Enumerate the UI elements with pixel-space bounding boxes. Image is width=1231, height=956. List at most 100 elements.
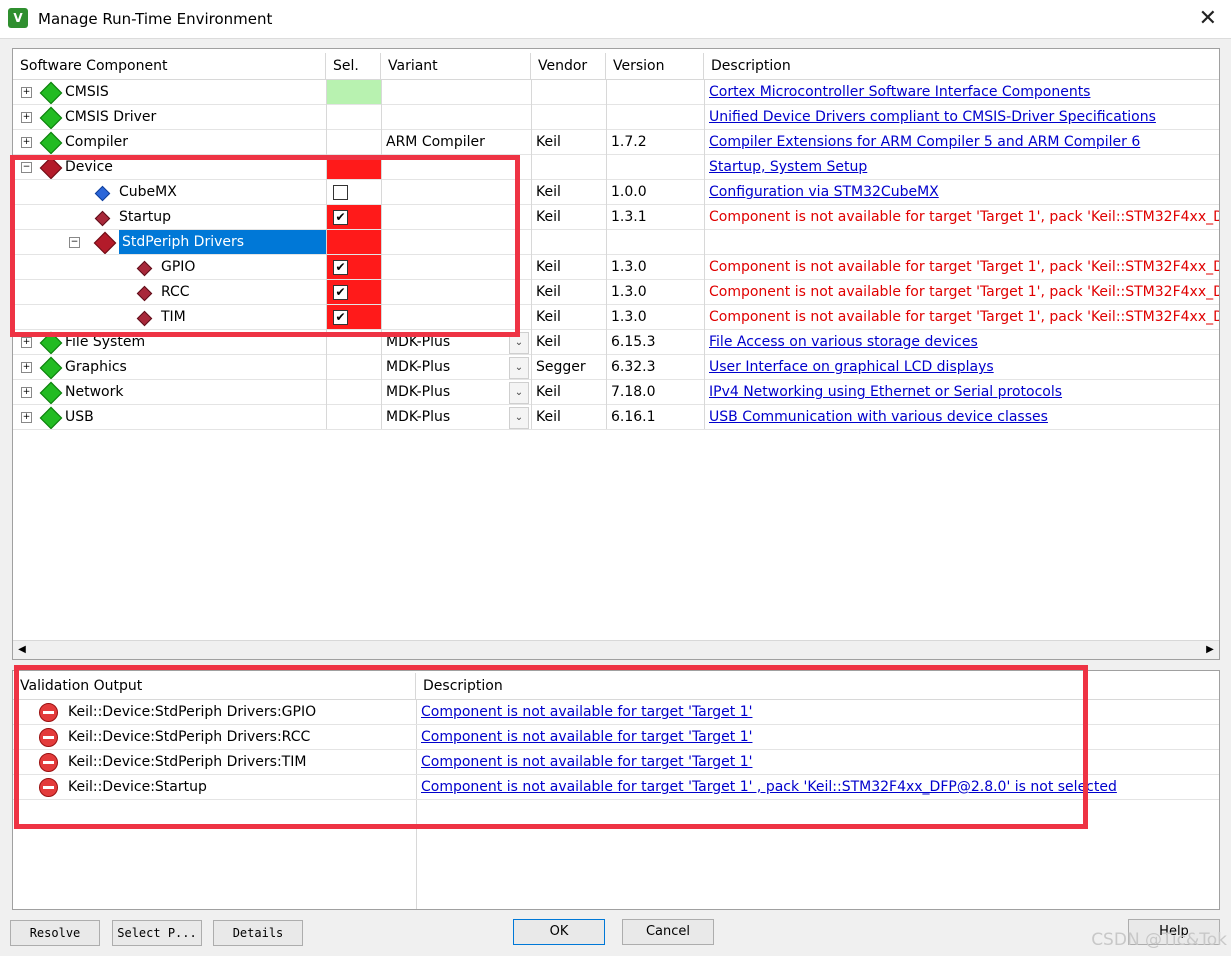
expand-plus-icon[interactable]: + <box>21 87 32 98</box>
description-cell: Compiler Extensions for ARM Compiler 5 a… <box>704 130 1219 155</box>
select-cell[interactable] <box>326 80 381 105</box>
cancel-button[interactable]: Cancel <box>622 919 714 945</box>
chevron-down-icon[interactable]: ⌄ <box>509 382 529 404</box>
expand-plus-icon[interactable]: + <box>21 412 32 423</box>
close-icon[interactable]: ✕ <box>1199 6 1217 31</box>
resolve-button[interactable]: Resolve <box>10 920 100 946</box>
version-cell: 1.7.2 <box>606 130 704 155</box>
version-cell: 1.3.1 <box>606 205 704 230</box>
component-cell[interactable]: + Network <box>13 380 326 405</box>
expand-plus-icon[interactable]: + <box>21 337 32 348</box>
version-cell: 6.16.1 <box>606 405 704 430</box>
tree-row[interactable]: + CMSIS Driver Unified Device Drivers comp… <box>13 105 1219 130</box>
description-cell: Startup, System Setup <box>704 155 1219 180</box>
component-cell[interactable]: + CMSIS Driver <box>13 105 326 130</box>
variant-cell <box>381 80 531 105</box>
select-cell[interactable] <box>326 355 381 380</box>
component-name: Graphics <box>65 359 127 375</box>
description-link[interactable]: User Interface on graphical LCD displays <box>709 359 994 375</box>
description-cell: User Interface on graphical LCD displays <box>704 355 1219 380</box>
description-link[interactable]: Compiler Extensions for ARM Compiler 5 a… <box>709 134 1140 150</box>
description-cell: Component is not available for target 'T… <box>704 255 1219 280</box>
tree-row[interactable]: + CMSIS Cortex Microcontroller Software In… <box>13 80 1219 105</box>
scroll-left-icon[interactable]: ◀ <box>13 641 31 659</box>
component-gem-icon <box>39 131 63 154</box>
variant-cell[interactable]: MDK-Plus ⌄ <box>381 405 531 430</box>
version-cell <box>606 105 704 130</box>
variant-text: MDK-Plus <box>386 384 451 400</box>
expand-plus-icon[interactable]: + <box>21 387 32 398</box>
description-link[interactable]: Unified Device Drivers compliant to CMSI… <box>709 109 1156 125</box>
col-header-component[interactable]: Software Component <box>13 53 326 79</box>
select-packs-button[interactable]: Select P... <box>112 920 202 946</box>
details-button[interactable]: Details <box>213 920 303 946</box>
col-header-vendor[interactable]: Vendor <box>531 53 606 79</box>
ok-button[interactable]: OK <box>513 919 605 945</box>
tree-row[interactable]: + Graphics MDK-Plus ⌄ Segger 6.32.3 User Inter… <box>13 355 1219 380</box>
version-cell: 6.15.3 <box>606 330 704 355</box>
version-cell <box>606 230 704 255</box>
tree-row[interactable]: + Compiler ARM Compiler Keil 1.7.2 Compiler E… <box>13 130 1219 155</box>
col-header-version[interactable]: Version <box>606 53 704 79</box>
description-cell: IPv4 Networking using Ethernet or Serial… <box>704 380 1219 405</box>
select-cell[interactable] <box>326 105 381 130</box>
vendor-cell: Keil <box>531 380 606 405</box>
expand-plus-icon[interactable]: + <box>21 112 32 123</box>
version-cell <box>606 80 704 105</box>
version-cell: 7.18.0 <box>606 380 704 405</box>
description-cell: Component is not available for target 'T… <box>704 305 1219 330</box>
description-link[interactable]: Cortex Microcontroller Software Interfac… <box>709 84 1090 100</box>
vendor-cell: Keil <box>531 280 606 305</box>
component-cell[interactable]: + USB <box>13 405 326 430</box>
col-header-description[interactable]: Description <box>704 53 1219 79</box>
component-gem-icon <box>39 106 63 129</box>
description-link[interactable]: File Access on various storage devices <box>709 334 978 350</box>
version-cell: 1.3.0 <box>606 255 704 280</box>
description-link[interactable]: Startup, System Setup <box>709 159 867 175</box>
component-gem-icon <box>39 356 63 379</box>
description-cell: Configuration via STM32CubeMX <box>704 180 1219 205</box>
component-cell[interactable]: + CMSIS <box>13 80 326 105</box>
tree-row[interactable]: + USB MDK-Plus ⌄ Keil 6.16.1 USB Communication… <box>13 405 1219 430</box>
vendor-cell <box>531 230 606 255</box>
vendor-cell: Keil <box>531 205 606 230</box>
vendor-cell: Keil <box>531 255 606 280</box>
description-link[interactable]: Configuration via STM32CubeMX <box>709 184 939 200</box>
select-cell[interactable] <box>326 405 381 430</box>
expand-plus-icon[interactable]: + <box>21 137 32 148</box>
app-icon: V <box>8 8 28 28</box>
vendor-cell: Keil <box>531 130 606 155</box>
col-header-sel[interactable]: Sel. <box>326 53 381 79</box>
variant-text: ARM Compiler <box>386 134 485 150</box>
variant-text: MDK-Plus <box>386 359 451 375</box>
error-description: Component is not available for target 'T… <box>709 259 1219 275</box>
component-name: Compiler <box>65 134 129 150</box>
component-cell[interactable]: + Graphics <box>13 355 326 380</box>
scroll-right-icon[interactable]: ▶ <box>1201 641 1219 659</box>
description-cell: Cortex Microcontroller Software Interfac… <box>704 80 1219 105</box>
variant-cell[interactable]: MDK-Plus ⌄ <box>381 355 531 380</box>
highlight-box-device <box>10 155 520 337</box>
chevron-down-icon[interactable]: ⌄ <box>509 407 529 429</box>
variant-cell[interactable]: MDK-Plus ⌄ <box>381 380 531 405</box>
select-cell[interactable] <box>326 380 381 405</box>
window-title: Manage Run-Time Environment <box>38 10 273 28</box>
watermark: CSDN @Tic&Tok <box>1091 930 1227 950</box>
component-name: Network <box>65 384 124 400</box>
description-link[interactable]: IPv4 Networking using Ethernet or Serial… <box>709 384 1062 400</box>
component-cell[interactable]: + Compiler <box>13 130 326 155</box>
horizontal-scrollbar[interactable]: ◀ ▶ <box>13 640 1219 659</box>
error-description: Component is not available for target 'T… <box>709 284 1219 300</box>
highlight-box-validation <box>14 665 1088 829</box>
vendor-cell: Keil <box>531 330 606 355</box>
expand-plus-icon[interactable]: + <box>21 362 32 373</box>
vendor-cell: Keil <box>531 180 606 205</box>
tree-row[interactable]: + Network MDK-Plus ⌄ Keil 7.18.0 IPv4 Networki… <box>13 380 1219 405</box>
chevron-down-icon[interactable]: ⌄ <box>509 357 529 379</box>
select-cell[interactable] <box>326 130 381 155</box>
col-header-variant[interactable]: Variant <box>381 53 531 79</box>
description-cell: Component is not available for target 'T… <box>704 280 1219 305</box>
description-cell: Component is not available for target 'T… <box>704 205 1219 230</box>
description-link[interactable]: USB Communication with various device cl… <box>709 409 1048 425</box>
component-gem-icon <box>39 406 63 429</box>
